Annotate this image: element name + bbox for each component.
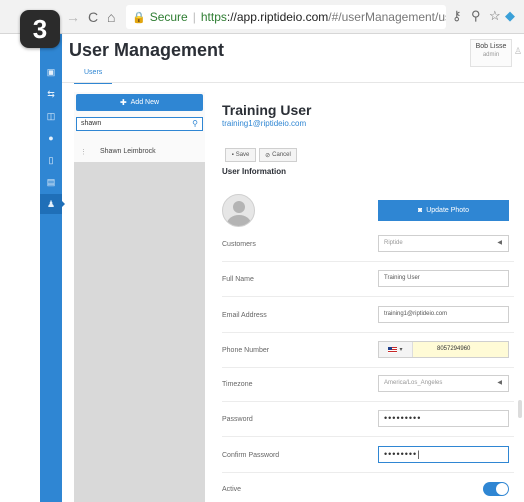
save-button[interactable]: ▪ Save (225, 148, 256, 162)
full-name-label: Full Name (222, 276, 254, 283)
customers-select[interactable]: Riptide ◀ (378, 235, 509, 252)
password-field[interactable]: ••••••••• (378, 410, 509, 427)
user-menu[interactable]: Bob Lisse admin (470, 39, 512, 67)
field-divider (222, 261, 514, 262)
lock-icon: 🔒 (132, 11, 146, 24)
back-arrow-icon[interactable]: → (66, 9, 80, 25)
field-divider (222, 332, 514, 333)
alerts-icon[interactable]: ● (40, 128, 62, 148)
email-field[interactable]: training1@riptideio.com (378, 306, 509, 323)
url-separator: | (192, 10, 196, 24)
country-code-select[interactable]: ▾ (379, 342, 413, 357)
zoom-icon[interactable]: ⚲ (471, 8, 481, 24)
user-name: Bob Lisse (475, 43, 507, 50)
step-badge: 3 (20, 10, 60, 48)
scrollbar-thumb[interactable] (518, 400, 522, 418)
password-label: Password (222, 416, 253, 423)
camera-icon: ◙ (417, 207, 423, 214)
chart-icon[interactable]: ◫ (40, 106, 62, 126)
user-display-name: Training User (222, 102, 312, 118)
list-item[interactable]: ⋮ Shawn Leimbrock (74, 144, 205, 162)
browser-toolbar: → C ⌂ 🔒 Secure | https://app.riptideio.c… (0, 0, 524, 34)
profile-icon[interactable]: ♙ (514, 46, 522, 57)
update-photo-button[interactable]: ◙ Update Photo (378, 200, 509, 221)
cancel-label: Cancel (272, 152, 291, 158)
full-name-field[interactable]: Training User (378, 270, 509, 287)
devices-icon[interactable]: ▯ (40, 150, 62, 170)
phone-value: 8057294960 (437, 346, 471, 352)
timezone-label: Timezone (222, 381, 253, 388)
email-value: training1@riptideio.com (384, 311, 448, 317)
field-divider (222, 367, 514, 368)
timezone-value: America/Los_Angeles (384, 380, 443, 386)
connections-icon[interactable]: ⇆ (40, 84, 62, 104)
address-bar[interactable]: 🔒 Secure | https://app.riptideio.com/#/u… (126, 5, 446, 29)
users-icon[interactable]: ♟ (40, 194, 62, 214)
confirm-password-field[interactable]: ••••••••| (378, 446, 509, 463)
select-arrow-icon: ◀ (497, 380, 502, 386)
tab-divider (62, 82, 524, 83)
user-role: admin (482, 52, 500, 58)
search-value: shawn (81, 120, 102, 127)
customers-value: Riptide (384, 240, 403, 246)
dropdown-caret-icon: ▾ (399, 347, 403, 353)
confirm-password-label: Confirm Password (222, 452, 280, 459)
active-indicator (61, 200, 65, 208)
add-new-button[interactable]: ✚ Add New (76, 94, 203, 111)
confirm-password-value: ••••••••| (384, 449, 421, 459)
plus-icon: ✚ (119, 98, 127, 107)
update-photo-label: Update Photo (426, 207, 470, 214)
bookmark-star-icon[interactable]: ☆ (489, 8, 501, 24)
save-icon: ▪ (231, 152, 234, 158)
url-host: ://app.riptideio.com (226, 10, 329, 24)
search-input[interactable]: shawn ⚲ (76, 117, 203, 131)
save-label: Save (235, 152, 250, 158)
dashboard-icon[interactable]: ▣ (40, 62, 62, 82)
avatar (222, 194, 255, 227)
secure-label: Secure (149, 10, 188, 24)
avatar-head (233, 201, 245, 213)
active-label: Active (222, 486, 242, 493)
add-new-label: Add New (130, 99, 160, 106)
phone-label: Phone Number (222, 347, 270, 354)
drag-handle-icon: ⋮ (80, 149, 87, 156)
left-nav-rail: ▣ ⇆ ◫ ● ▯ ▤ ♟ (40, 34, 65, 502)
url-path: /#/userManagement/users?ite... (328, 10, 446, 24)
page-title: User Management (69, 40, 225, 60)
list-header: ✚ Add New shawn ⚲ ⋮ Shawn Leimbrock (74, 92, 205, 162)
user-display-email: training1@riptideio.com (222, 119, 307, 128)
cancel-button[interactable]: ⊘ Cancel (259, 148, 297, 162)
field-divider (222, 401, 514, 402)
list-item-label: Shawn Leimbrock (100, 148, 156, 155)
key-icon[interactable]: ⚷ (452, 8, 462, 24)
search-icon[interactable]: ⚲ (192, 119, 198, 128)
us-flag-icon (388, 346, 398, 353)
reload-icon[interactable]: C (88, 9, 98, 25)
avatar-body (227, 215, 251, 226)
timezone-select[interactable]: America/Los_Angeles ◀ (378, 375, 509, 392)
password-value: ••••••••• (384, 413, 422, 423)
reports-icon[interactable]: ▤ (40, 172, 62, 192)
extension-icon[interactable]: ◆ (505, 8, 515, 24)
field-divider (222, 436, 514, 437)
customers-label: Customers (222, 241, 256, 248)
toggle-knob (496, 483, 508, 495)
user-list-panel: ✚ Add New shawn ⚲ ⋮ Shawn Leimbrock (74, 92, 205, 502)
home-icon[interactable]: ⌂ (107, 9, 115, 25)
email-label: Email Address (222, 312, 267, 319)
active-toggle[interactable] (483, 482, 509, 496)
cancel-icon: ⊘ (265, 152, 271, 159)
select-arrow-icon: ◀ (497, 240, 502, 246)
field-divider (222, 472, 514, 473)
field-divider (222, 296, 514, 297)
section-title: User Information (222, 167, 287, 176)
url-protocol: https (200, 10, 227, 24)
phone-field[interactable]: ▾ 8057294960 (378, 341, 509, 358)
full-name-value: Training User (384, 275, 420, 281)
